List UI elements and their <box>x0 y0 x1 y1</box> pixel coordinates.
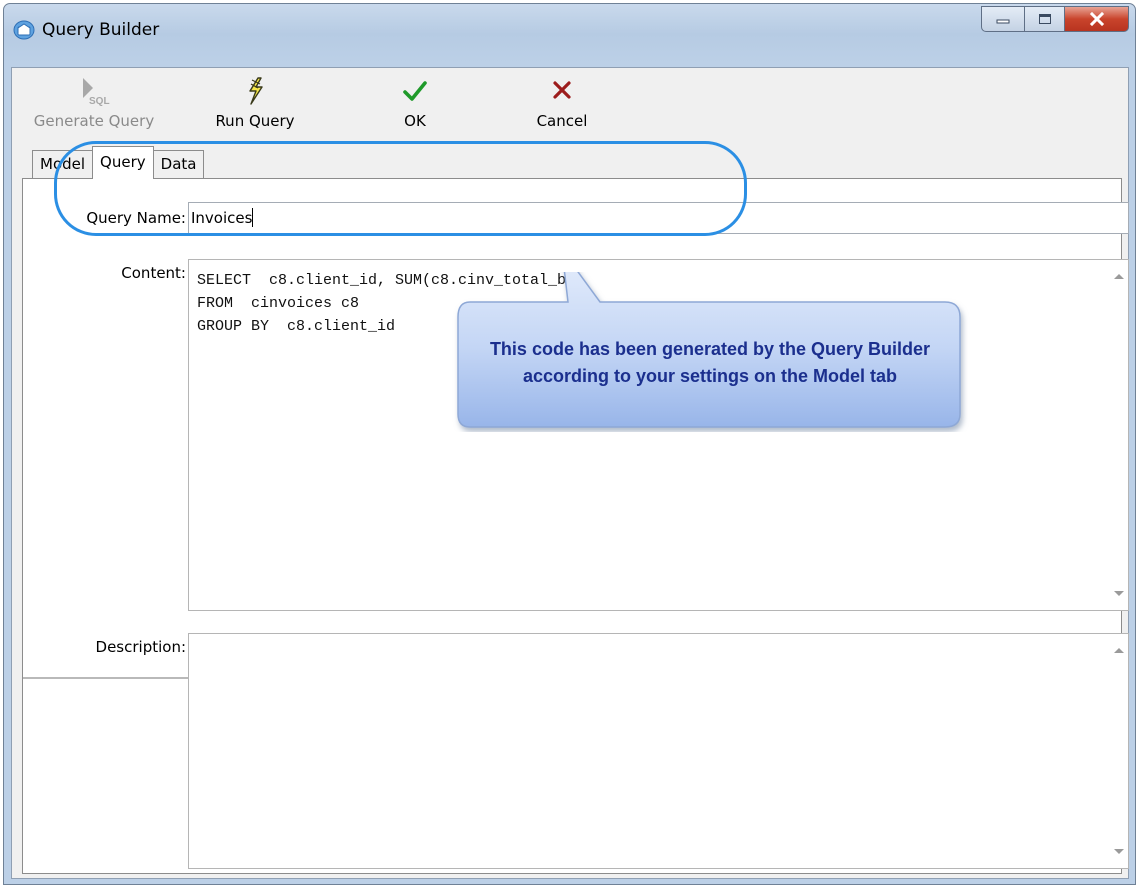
title-bar[interactable]: Query Builder <box>4 4 1135 62</box>
x-icon <box>553 81 571 99</box>
content-scrollbar[interactable] <box>1108 260 1128 610</box>
generate-query-button[interactable]: SQL Generate Query <box>18 74 170 130</box>
lightning-icon <box>249 77 263 105</box>
tab-model[interactable]: Model <box>32 150 94 179</box>
maximize-icon <box>1038 14 1051 24</box>
sql-content: SELECT c8.client_id, SUM(c8.cinv_total_b… <box>197 272 576 335</box>
generate-sql-icon: SQL <box>83 78 110 107</box>
query-tab-panel: Query Name: Invoices Content: SELECT c8.… <box>22 178 1129 874</box>
text-caret <box>252 208 254 227</box>
query-name-label: Query Name: <box>86 209 186 227</box>
query-builder-window: Query Builder SQL Generate Query Run Que… <box>3 3 1136 885</box>
generate-query-label: Generate Query <box>33 112 155 130</box>
query-name-value: Invoices <box>191 209 253 227</box>
ok-button[interactable]: OK <box>388 74 442 130</box>
run-query-button[interactable]: Run Query <box>196 74 314 130</box>
window-controls <box>981 6 1129 32</box>
description-label: Description: <box>95 638 186 656</box>
close-icon <box>1089 12 1104 26</box>
minimize-button[interactable] <box>981 6 1025 32</box>
window-title: Query Builder <box>42 20 160 40</box>
description-scrollbar[interactable] <box>1108 634 1128 868</box>
cancel-button[interactable]: Cancel <box>526 74 598 130</box>
run-query-label: Run Query <box>215 112 295 130</box>
tab-strip: Model Query Data <box>32 146 205 179</box>
checkmark-icon <box>403 81 427 101</box>
client-area: SQL Generate Query Run Query OK Cancel M… <box>11 67 1129 879</box>
tab-query[interactable]: Query <box>92 146 154 179</box>
tab-data[interactable]: Data <box>152 150 205 179</box>
close-button[interactable] <box>1065 6 1129 32</box>
scroll-down-icon[interactable] <box>1114 591 1124 596</box>
scroll-up-icon[interactable] <box>1114 274 1124 279</box>
scroll-up-icon[interactable] <box>1114 648 1124 653</box>
content-label: Content: <box>121 264 186 282</box>
ok-label: OK <box>404 112 426 130</box>
maximize-button[interactable] <box>1025 6 1065 32</box>
database-icon <box>13 20 35 40</box>
minimize-icon <box>996 19 1010 24</box>
cancel-label: Cancel <box>536 112 588 130</box>
content-textarea[interactable]: SELECT c8.client_id, SUM(c8.cinv_total_b… <box>188 259 1129 611</box>
description-textarea[interactable] <box>188 633 1129 869</box>
query-name-input[interactable]: Invoices <box>188 202 1129 234</box>
scroll-down-icon[interactable] <box>1114 849 1124 854</box>
svg-text:SQL: SQL <box>89 96 110 107</box>
toolbar: SQL Generate Query Run Query OK Cancel <box>12 68 1128 144</box>
